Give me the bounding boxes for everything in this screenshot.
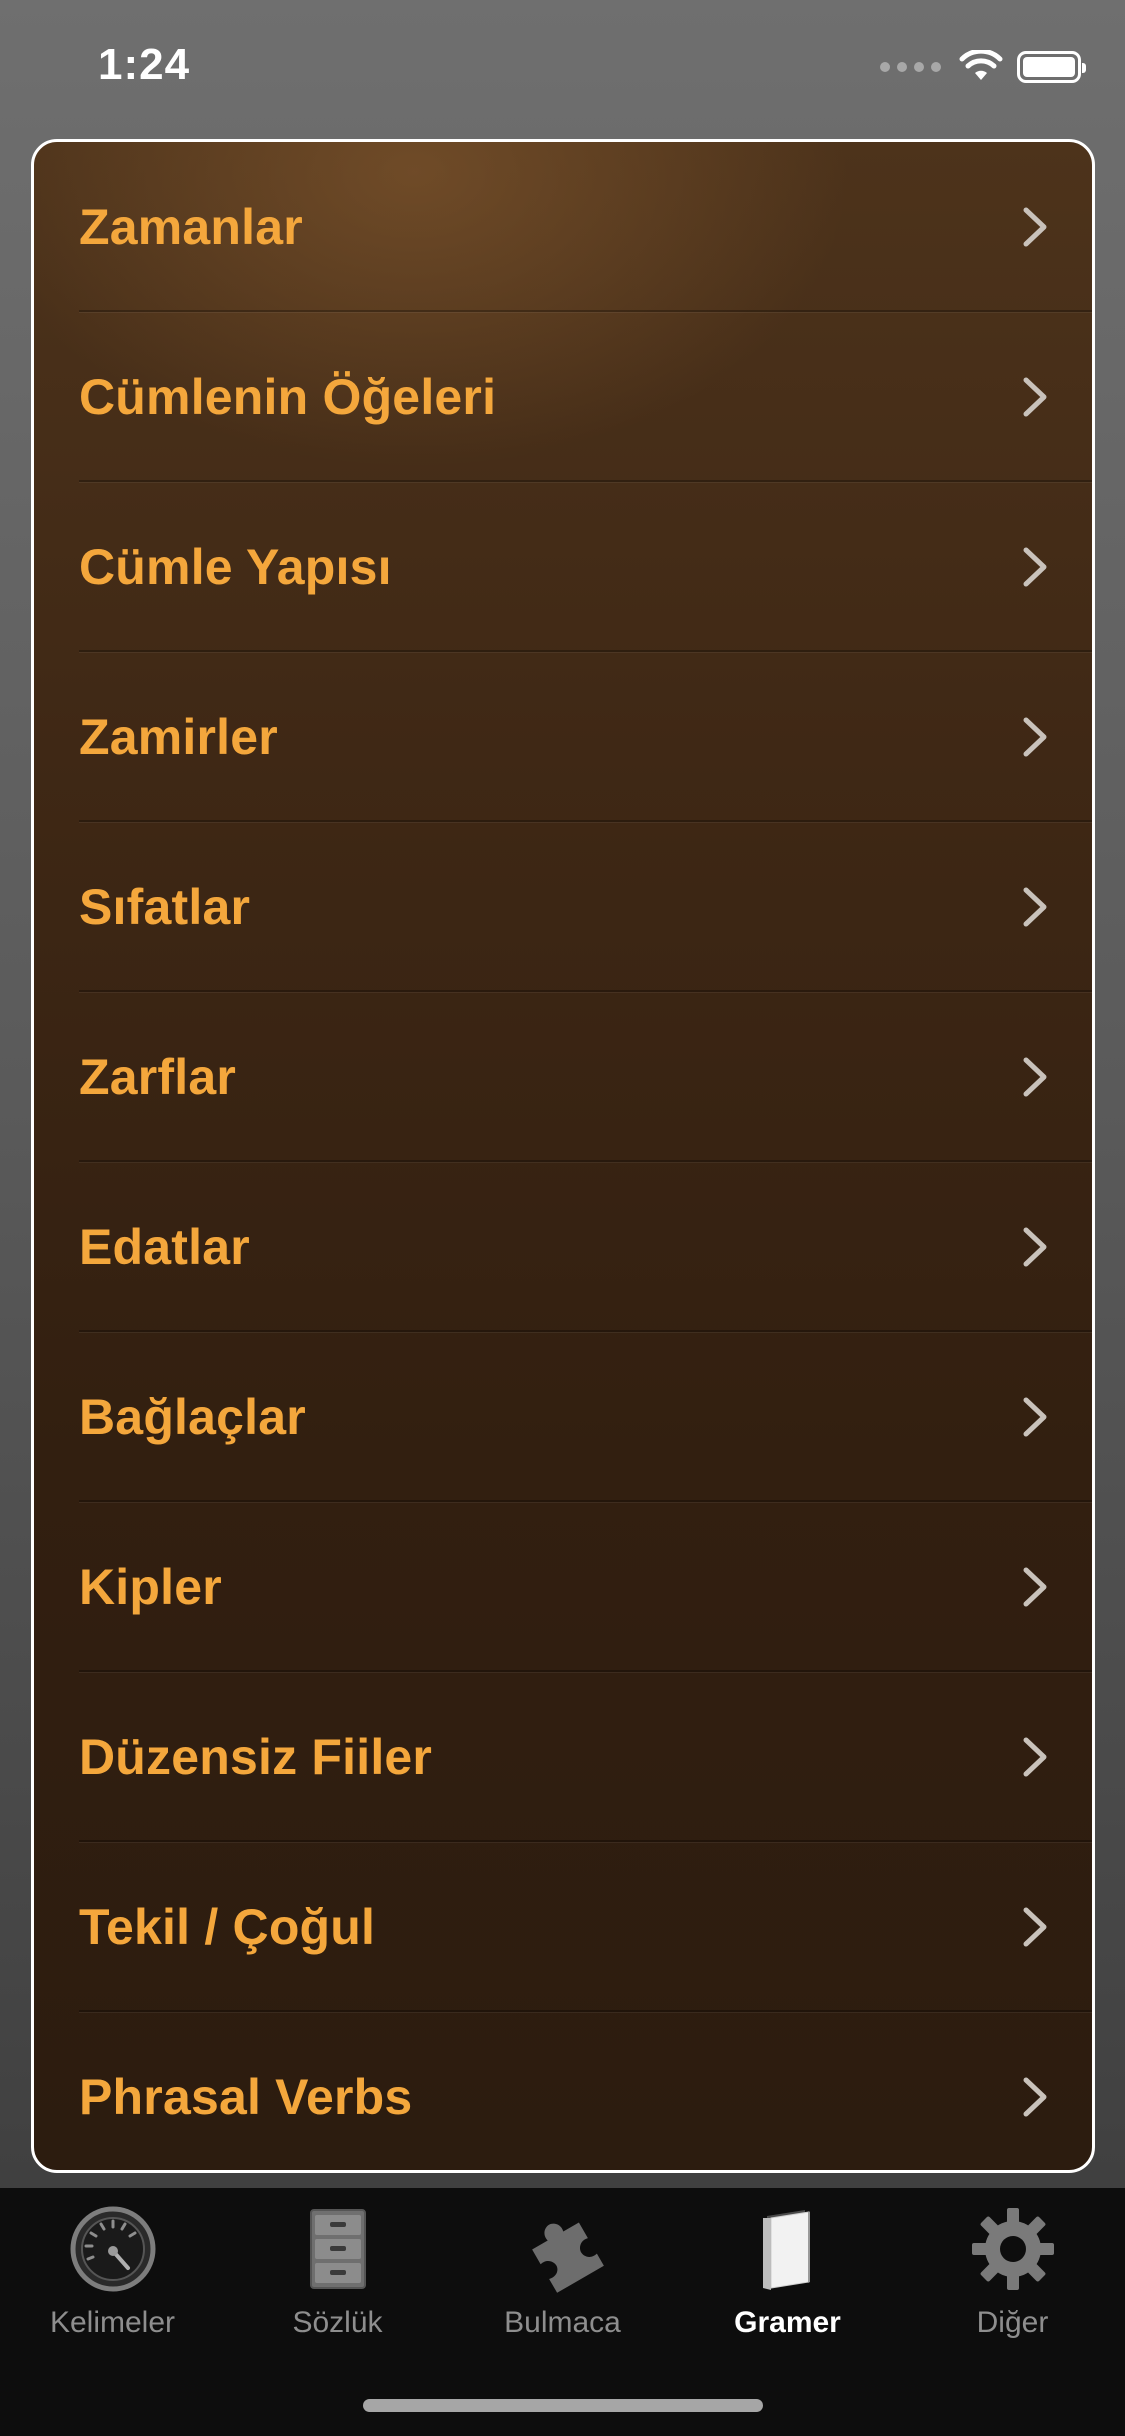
chevron-right-icon bbox=[1023, 377, 1047, 417]
menu-item-tekil-cogul[interactable]: Tekil / Çoğul bbox=[34, 1842, 1092, 2012]
menu-item-cumle-yapisi[interactable]: Cümle Yapısı bbox=[34, 482, 1092, 652]
tab-gramer[interactable]: Gramer bbox=[675, 2204, 900, 2354]
menu-item-label: Phrasal Verbs bbox=[79, 2069, 413, 2125]
menu-item-label: Tekil / Çoğul bbox=[79, 1899, 376, 1955]
tab-bulmaca[interactable]: Bulmaca bbox=[450, 2204, 675, 2354]
status-indicators bbox=[880, 50, 1086, 84]
cellular-signal-icon bbox=[880, 62, 941, 72]
menu-item-label: Zamanlar bbox=[79, 199, 303, 255]
menu-item-label: Cümlenin Öğeleri bbox=[79, 369, 497, 425]
menu-item-zamanlar[interactable]: Zamanlar bbox=[34, 142, 1092, 312]
chevron-right-icon bbox=[1023, 547, 1047, 587]
speedometer-icon bbox=[70, 2206, 155, 2292]
chevron-right-icon bbox=[1023, 1057, 1047, 1097]
chevron-right-icon bbox=[1023, 207, 1047, 247]
tab-label: Gramer bbox=[734, 2306, 841, 2339]
chevron-right-icon bbox=[1023, 2077, 1047, 2117]
menu-item-cumlenin-ogeleri[interactable]: Cümlenin Öğeleri bbox=[34, 312, 1092, 482]
battery-icon bbox=[1017, 51, 1086, 83]
menu-item-label: Bağlaçlar bbox=[79, 1389, 306, 1445]
tab-sozluk[interactable]: Sözlük bbox=[225, 2204, 450, 2354]
chevron-right-icon bbox=[1023, 1397, 1047, 1437]
home-indicator[interactable] bbox=[363, 2399, 763, 2412]
chevron-right-icon bbox=[1023, 1907, 1047, 1947]
chevron-right-icon bbox=[1023, 887, 1047, 927]
menu-item-label: Edatlar bbox=[79, 1219, 250, 1275]
tab-kelimeler[interactable]: Kelimeler bbox=[0, 2204, 225, 2354]
menu-item-phrasal-verbs[interactable]: Phrasal Verbs bbox=[34, 2012, 1092, 2170]
chevron-right-icon bbox=[1023, 1737, 1047, 1777]
gear-icon bbox=[971, 2208, 1054, 2290]
tab-diger[interactable]: Diğer bbox=[900, 2204, 1125, 2354]
menu-item-label: Kipler bbox=[79, 1559, 222, 1615]
grammar-topics-panel: Zamanlar Cümlenin Öğeleri Cümle Yapısı Z… bbox=[31, 139, 1095, 2173]
menu-item-kipler[interactable]: Kipler bbox=[34, 1502, 1092, 1672]
chevron-right-icon bbox=[1023, 1567, 1047, 1607]
chevron-right-icon bbox=[1023, 717, 1047, 757]
menu-item-label: Düzensiz Fiiler bbox=[79, 1729, 433, 1785]
status-bar: 1:24 bbox=[0, 0, 1125, 135]
menu-item-label: Zarflar bbox=[79, 1049, 237, 1105]
tab-label: Bulmaca bbox=[504, 2306, 621, 2339]
wifi-icon bbox=[959, 50, 1003, 80]
chevron-right-icon bbox=[1023, 1227, 1047, 1267]
puzzle-piece-icon bbox=[531, 2222, 604, 2293]
tab-label: Sözlük bbox=[292, 2306, 383, 2339]
book-icon bbox=[762, 2210, 810, 2290]
status-time: 1:24 bbox=[98, 40, 191, 89]
menu-item-label: Cümle Yapısı bbox=[79, 539, 392, 595]
grammar-topics-list: Zamanlar Cümlenin Öğeleri Cümle Yapısı Z… bbox=[34, 142, 1092, 2170]
menu-item-label: Sıfatlar bbox=[79, 879, 251, 935]
menu-item-edatlar[interactable]: Edatlar bbox=[34, 1162, 1092, 1332]
tab-label: Kelimeler bbox=[49, 2306, 176, 2339]
menu-item-label: Zamirler bbox=[79, 709, 278, 765]
menu-item-duzensiz-fiiler[interactable]: Düzensiz Fiiler bbox=[34, 1672, 1092, 1842]
menu-item-baglaclar[interactable]: Bağlaçlar bbox=[34, 1332, 1092, 1502]
file-cabinet-icon bbox=[309, 2209, 366, 2289]
tab-label: Diğer bbox=[976, 2306, 1049, 2339]
menu-item-sifatlar[interactable]: Sıfatlar bbox=[34, 822, 1092, 992]
menu-item-zarflar[interactable]: Zarflar bbox=[34, 992, 1092, 1162]
menu-item-zamirler[interactable]: Zamirler bbox=[34, 652, 1092, 822]
